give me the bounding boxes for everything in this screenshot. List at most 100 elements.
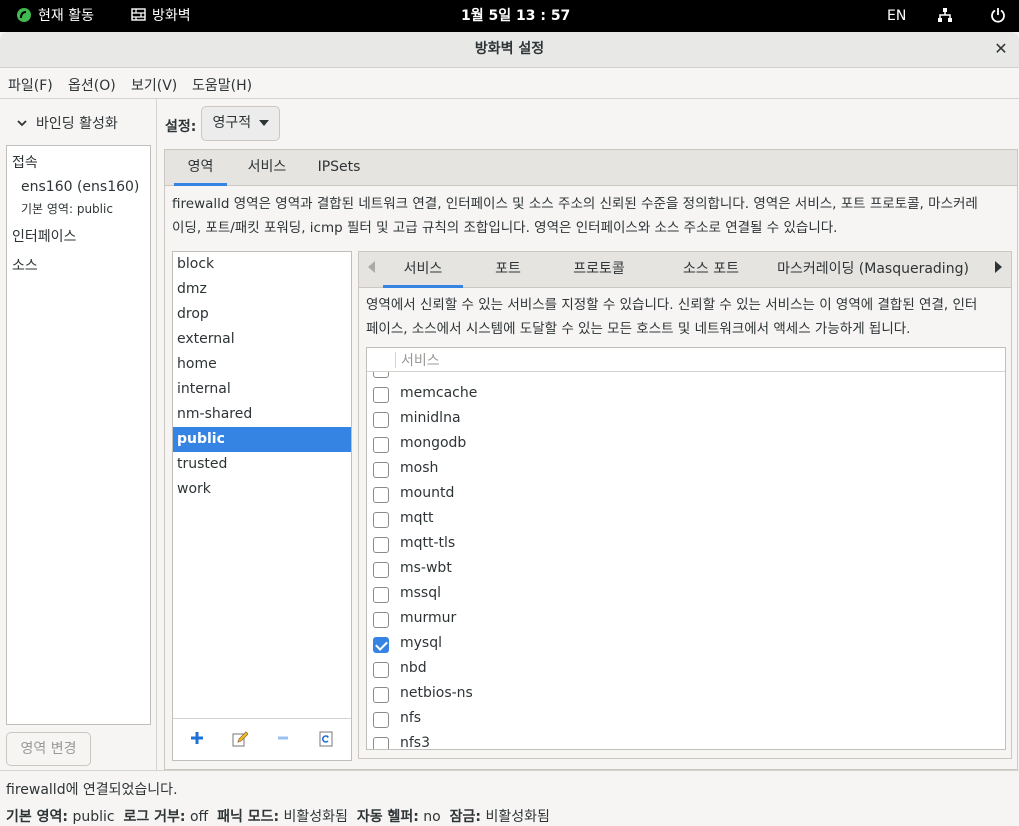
service-name: mssql [400,585,442,601]
status-bar: firewalld에 연결되었습니다. 기본 영역: public 로그 거부:… [0,770,1019,825]
reload-zone-icon[interactable] [317,731,335,749]
service-checkbox-checked[interactable] [373,637,389,653]
service-name: mongodb [400,435,467,451]
subtab-masquerading[interactable]: 마스커레이딩 (Masquerading) [777,252,969,288]
service-row[interactable]: ms-wbt [367,558,1005,583]
panic-mode-value: 비활성화됨 [283,809,348,825]
power-icon[interactable] [990,0,1006,32]
service-row[interactable]: memcache [367,383,1005,408]
network-icon[interactable] [937,0,953,32]
zone-item[interactable]: dmz [173,277,351,302]
zone-description-1: firewalld 영역은 영역과 결합된 네트워크 연결, 인터페이스 및 소… [172,196,978,212]
service-name: ms-wbt [400,560,452,576]
service-checkbox[interactable] [373,612,389,628]
service-name: nfs [400,710,422,726]
menu-view[interactable]: 보기(V) [131,75,177,95]
service-row[interactable]: mountd [367,483,1005,508]
clock[interactable]: 1월 5일 13 : 57 [461,0,570,32]
services-column-header[interactable]: 서비스 [367,348,1005,372]
zone-item-selected[interactable]: public [173,427,351,452]
auto-helper-label: 자동 헬퍼: [356,809,419,825]
zone-item[interactable]: drop [173,302,351,327]
zone-description-2: 이딩, 포트/패킷 포워딩, icmp 필터 및 고급 규칙의 조합입니다. 영… [172,220,838,236]
services-description-2: 페이스, 소스에서 시스템에 도달할 수 있는 모든 호스트 및 네트워크에서 … [366,321,911,337]
binding-label: 바인딩 활성화 [36,116,118,132]
subtab-services[interactable]: 서비스 [383,252,463,288]
default-zone-value: public [72,809,115,825]
services-list: mdns 서비스 memcache minidlna mongodb mosh … [366,347,1006,750]
scroll-right-icon[interactable] [989,252,1007,288]
service-name: mqtt [400,510,434,526]
zone-toolbar [173,718,351,760]
service-row[interactable]: mongodb [367,433,1005,458]
service-row[interactable]: nfs [367,708,1005,733]
auto-helper-value: no [423,809,441,825]
binding-expander[interactable]: 바인딩 활성화 [16,113,118,133]
zone-item[interactable]: nm-shared [173,402,351,427]
service-checkbox[interactable] [373,437,389,453]
service-checkbox[interactable] [373,537,389,553]
service-row[interactable]: netbios-ns [367,683,1005,708]
service-checkbox[interactable] [373,387,389,403]
service-row[interactable]: minidlna [367,408,1005,433]
service-checkbox[interactable] [373,737,389,749]
service-name: memcache [400,385,478,401]
zone-item[interactable]: work [173,477,351,502]
subtab-ports[interactable]: 포트 [479,252,537,288]
keyboard-language[interactable]: EN [887,0,906,32]
service-row[interactable]: mqtt-tls [367,533,1005,558]
service-row[interactable]: mqtt [367,508,1005,533]
subtab-source-ports[interactable]: 소스 포트 [663,252,759,288]
menu-help[interactable]: 도움말(H) [192,75,252,95]
service-checkbox[interactable] [373,487,389,503]
activities-button[interactable]: 현재 활동 [16,0,94,32]
edit-zone-icon[interactable] [231,731,249,749]
service-row[interactable]: mosh [367,458,1005,483]
menu-options[interactable]: 옵션(O) [68,75,116,95]
status-details: 기본 영역: public 로그 거부: off 패닉 모드: 비활성화됨 자동… [6,806,550,826]
app-menu[interactable]: 방화벽 [131,0,191,32]
zone-item[interactable]: home [173,352,351,377]
binding-tree: 접속 ens160 (ens160) 기본 영역: public 인터페이스 소… [6,145,151,725]
remove-zone-icon[interactable] [274,731,292,749]
default-zone-label: 기본 영역: [6,809,68,825]
activities-label: 현재 활동 [38,8,94,24]
tab-services[interactable]: 서비스 [241,150,293,186]
zone-item[interactable]: trusted [173,452,351,477]
zone-item[interactable]: block [173,252,351,277]
window-title: 방화벽 설정 [474,41,545,57]
zone-item[interactable]: internal [173,377,351,402]
change-zone-button[interactable]: 영역 변경 [6,732,91,766]
tab-zones[interactable]: 영역 [174,150,227,186]
service-row[interactable]: murmur [367,608,1005,633]
connection-item[interactable]: ens160 (ens160) [21,179,139,195]
menu-file[interactable]: 파일(F) [8,75,53,95]
top-bar: 현재 활동 방화벽 1월 5일 13 : 57 EN [0,0,1019,32]
service-row[interactable]: nfs3 [367,733,1005,749]
service-checkbox[interactable] [373,587,389,603]
tab-ipsets[interactable]: IPSets [311,150,367,186]
window-titlebar: 방화벽 설정 ✕ [0,32,1019,68]
left-panel: 바인딩 활성화 접속 ens160 (ens160) 기본 영역: public… [0,99,157,770]
panic-mode-label: 패닉 모드: [217,809,280,825]
lockdown-label: 잠금: [449,809,481,825]
subtab-protocols[interactable]: 프로토콜 [559,252,639,288]
service-row[interactable]: mssql [367,583,1005,608]
add-zone-icon[interactable] [188,731,206,749]
service-checkbox[interactable] [373,562,389,578]
close-icon[interactable]: ✕ [991,32,1011,66]
service-row[interactable]: mysql [367,633,1005,658]
service-row[interactable]: nbd [367,658,1005,683]
zone-item[interactable]: external [173,327,351,352]
interfaces-header[interactable]: 인터페이스 [12,226,76,246]
connections-header[interactable]: 접속 [12,152,38,172]
service-checkbox[interactable] [373,662,389,678]
scroll-left-icon[interactable] [363,252,381,288]
configuration-dropdown[interactable]: 영구적 [201,106,280,141]
service-checkbox[interactable] [373,687,389,703]
service-checkbox[interactable] [373,412,389,428]
service-checkbox[interactable] [373,712,389,728]
service-checkbox[interactable] [373,512,389,528]
sources-header[interactable]: 소스 [12,255,38,275]
service-checkbox[interactable] [373,462,389,478]
